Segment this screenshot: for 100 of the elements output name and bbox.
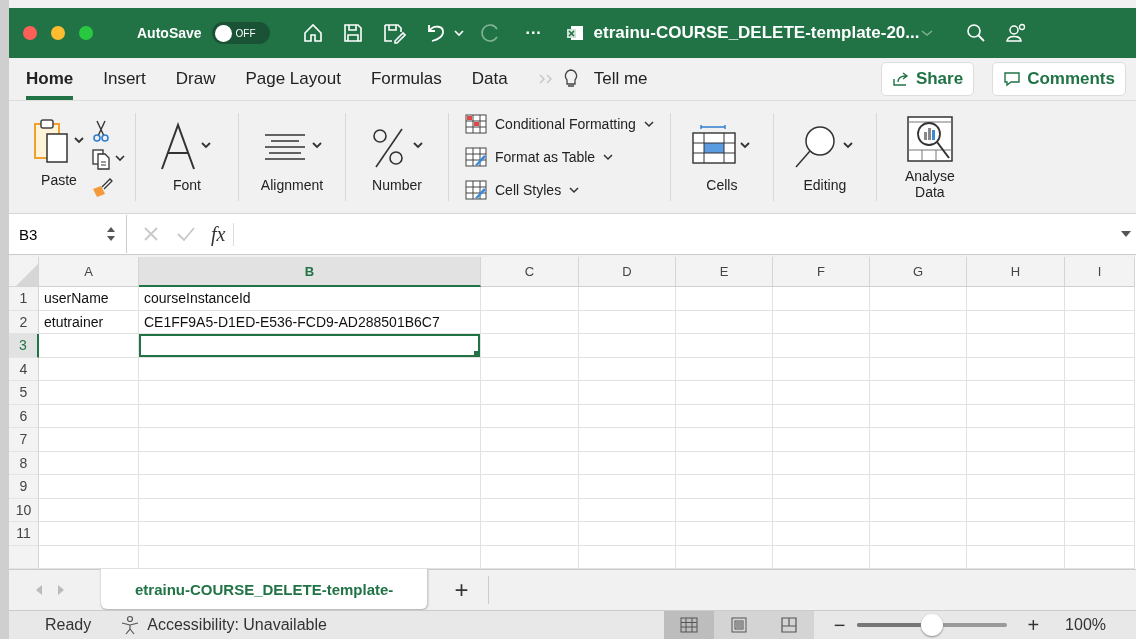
column-header[interactable]: F	[773, 257, 870, 287]
table-cell[interactable]	[773, 522, 870, 546]
zoom-slider[interactable]	[857, 614, 1008, 636]
table-cell[interactable]	[481, 451, 579, 475]
number-button[interactable]: Number	[354, 120, 440, 194]
table-cell[interactable]	[579, 522, 676, 546]
table-cell[interactable]	[139, 357, 481, 381]
expand-icon[interactable]	[1120, 229, 1132, 239]
table-cell[interactable]	[870, 428, 967, 452]
table-cell[interactable]	[1065, 475, 1135, 499]
row-header[interactable]: 10	[9, 498, 39, 522]
ribbon-tab[interactable]: Home	[26, 58, 74, 100]
table-cell[interactable]	[870, 522, 967, 546]
table-cell[interactable]	[773, 428, 870, 452]
zoom-out-button[interactable]: −	[833, 613, 846, 637]
table-cell[interactable]	[481, 334, 579, 358]
table-cell[interactable]	[39, 357, 139, 381]
ribbon-tab[interactable]: Insert	[103, 58, 146, 100]
person-icon[interactable]	[1005, 22, 1028, 44]
stepper-icon[interactable]	[106, 225, 116, 243]
table-cell[interactable]	[967, 522, 1065, 546]
table-cell[interactable]	[1065, 451, 1135, 475]
table-cell[interactable]	[481, 428, 579, 452]
home-icon[interactable]	[301, 22, 324, 44]
table-cell[interactable]	[676, 428, 773, 452]
ribbon-tab[interactable]: Draw	[175, 58, 216, 100]
cells-button[interactable]: Cells	[678, 120, 765, 194]
save-as-icon[interactable]	[381, 22, 406, 44]
table-cell[interactable]	[967, 404, 1065, 428]
more-button[interactable]: ···	[525, 24, 542, 42]
row-header[interactable]	[9, 545, 39, 569]
copy-icon[interactable]	[91, 148, 127, 170]
editing-button[interactable]: Editing	[781, 120, 868, 194]
column-header[interactable]: H	[967, 257, 1065, 287]
table-cell[interactable]	[773, 357, 870, 381]
table-cell[interactable]	[1065, 428, 1135, 452]
table-cell[interactable]	[481, 522, 579, 546]
table-cell[interactable]	[967, 334, 1065, 358]
table-cell[interactable]	[1065, 522, 1135, 546]
table-cell[interactable]	[579, 404, 676, 428]
row-header[interactable]: 11	[9, 522, 39, 546]
table-cell[interactable]	[967, 381, 1065, 405]
table-cell[interactable]	[1065, 287, 1135, 311]
table-cell[interactable]	[773, 451, 870, 475]
table-cell[interactable]	[139, 498, 481, 522]
row-header[interactable]: 8	[9, 451, 39, 475]
paste-button[interactable]: Paste	[27, 116, 91, 188]
add-sheet-button[interactable]: +	[434, 576, 490, 604]
table-cell[interactable]	[676, 451, 773, 475]
cell-styles-button[interactable]: Cell Styles	[465, 176, 654, 204]
table-cell[interactable]: CE1FF9A5-D1ED-E536-FCD9-AD288501B6C7	[139, 310, 481, 334]
table-cell[interactable]	[773, 498, 870, 522]
name-box[interactable]: B3	[9, 215, 127, 253]
table-cell[interactable]	[481, 357, 579, 381]
chevron-icon[interactable]	[921, 29, 934, 37]
table-cell[interactable]	[579, 451, 676, 475]
table-cell[interactable]	[579, 428, 676, 452]
close-button[interactable]	[23, 26, 37, 40]
table-cell[interactable]	[967, 357, 1065, 381]
table-cell[interactable]	[1065, 310, 1135, 334]
table-cell[interactable]	[139, 381, 481, 405]
alignment-button[interactable]: Alignment	[247, 120, 337, 194]
table-cell[interactable]	[676, 310, 773, 334]
table-cell[interactable]	[39, 404, 139, 428]
table-cell[interactable]	[1065, 404, 1135, 428]
table-cell[interactable]	[676, 475, 773, 499]
table-cell[interactable]	[481, 381, 579, 405]
table-cell[interactable]	[39, 451, 139, 475]
table-cell[interactable]	[139, 428, 481, 452]
table-cell[interactable]	[481, 310, 579, 334]
row-header[interactable]: 3	[9, 334, 39, 358]
table-cell[interactable]	[1065, 357, 1135, 381]
table-cell[interactable]	[967, 287, 1065, 311]
table-cell[interactable]	[967, 498, 1065, 522]
table-cell[interactable]	[870, 334, 967, 358]
table-cell[interactable]: etutrainer	[39, 310, 139, 334]
table-cell[interactable]	[579, 381, 676, 405]
row-header[interactable]: 4	[9, 357, 39, 381]
row-header[interactable]: 5	[9, 381, 39, 405]
row-header[interactable]: 1	[9, 287, 39, 311]
table-cell[interactable]	[676, 357, 773, 381]
insert-function-button[interactable]: fx	[211, 222, 235, 246]
table-cell[interactable]	[870, 357, 967, 381]
table-cell[interactable]	[39, 475, 139, 499]
share-button[interactable]: Share	[880, 62, 975, 96]
table-cell[interactable]	[870, 475, 967, 499]
table-cell[interactable]	[481, 287, 579, 311]
sheet-tab[interactable]: etrainu-COURSE_DELETE-template-	[101, 569, 429, 609]
table-cell[interactable]	[676, 334, 773, 358]
table-cell[interactable]	[139, 334, 481, 358]
table-cell[interactable]	[870, 404, 967, 428]
analyse-data-button[interactable]: Analyse Data	[884, 113, 975, 201]
table-cell[interactable]	[773, 381, 870, 405]
table-cell[interactable]	[870, 498, 967, 522]
table-cell[interactable]	[676, 404, 773, 428]
format-as-table-button[interactable]: Format as Table	[465, 143, 654, 171]
overflow-icon[interactable]	[537, 73, 554, 85]
table-cell[interactable]	[481, 404, 579, 428]
table-cell[interactable]	[39, 428, 139, 452]
format-painter-icon[interactable]	[91, 176, 113, 198]
